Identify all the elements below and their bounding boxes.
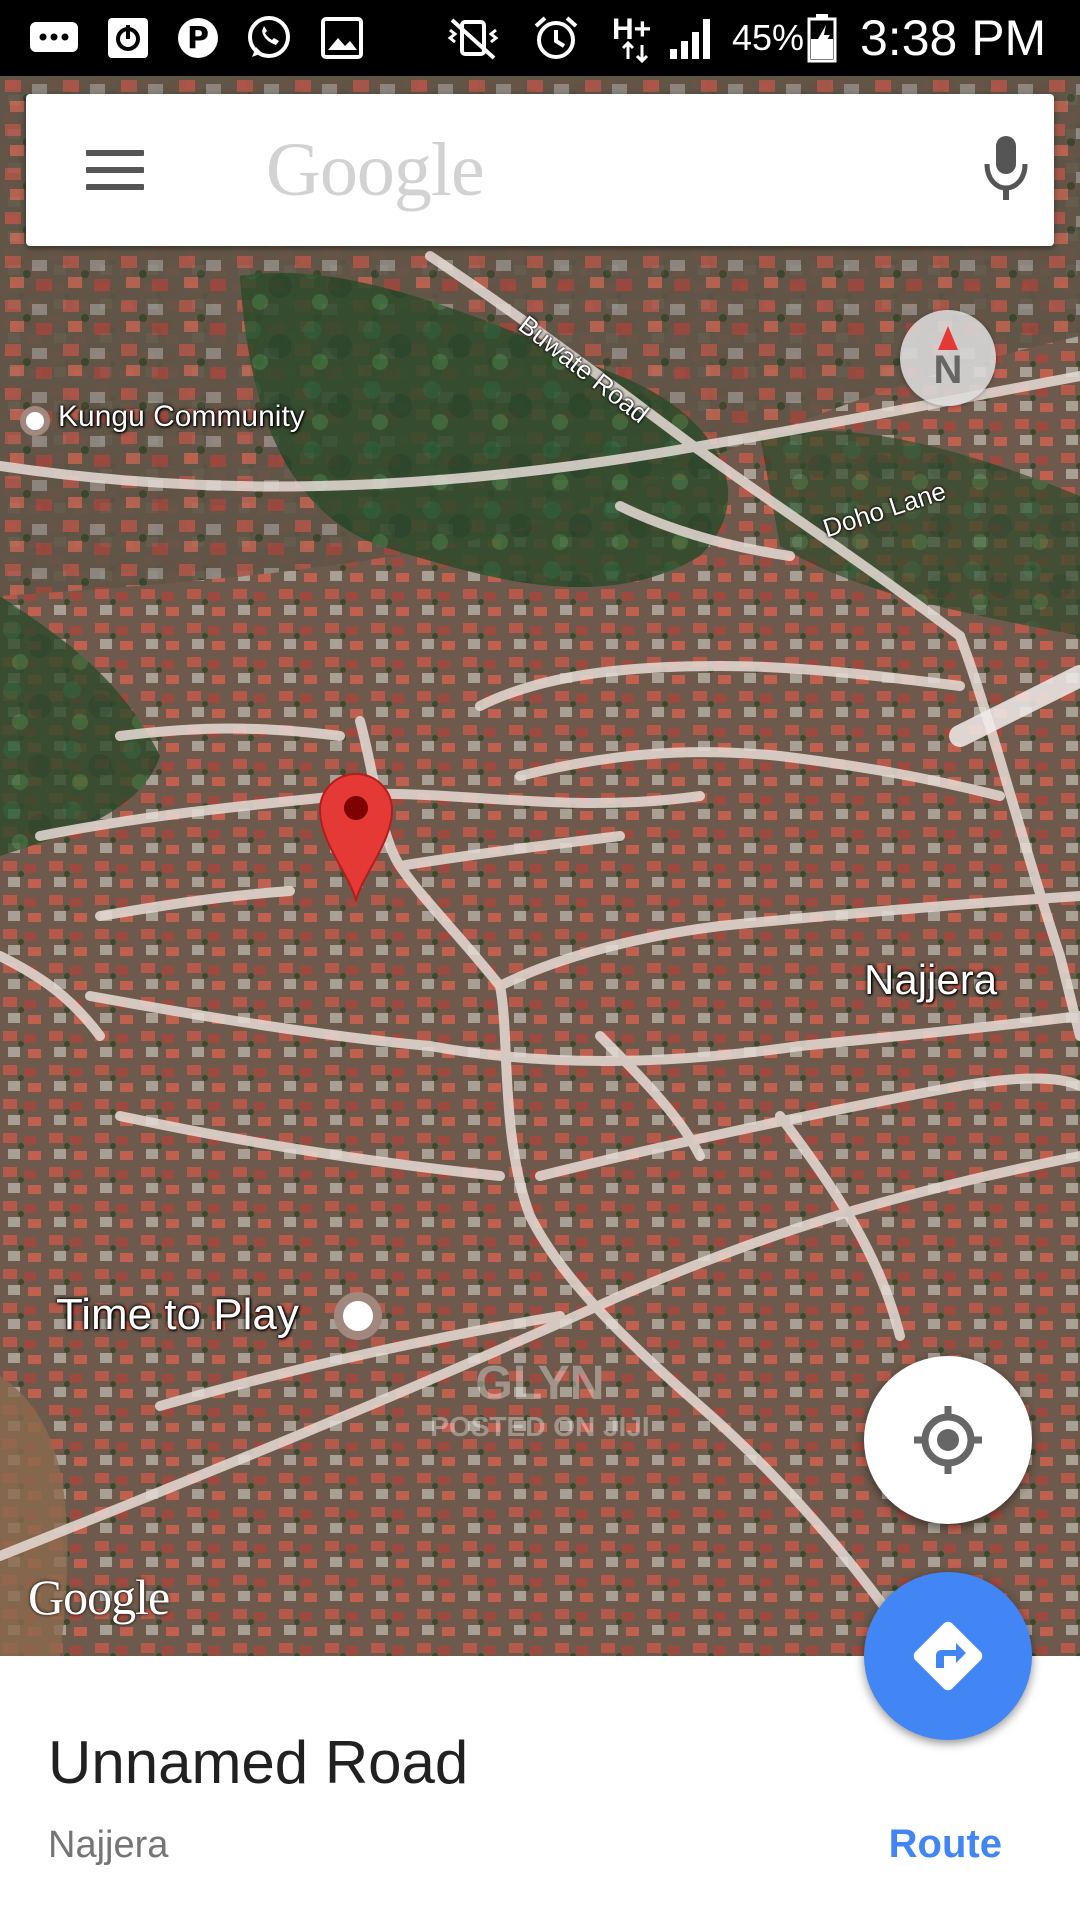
pinterest-icon: P bbox=[176, 14, 220, 62]
power-icon bbox=[104, 14, 152, 62]
place-subtitle: Najjera bbox=[48, 1824, 169, 1866]
battery-percent: 45% bbox=[732, 17, 805, 58]
search-bar[interactable]: Google bbox=[26, 94, 1054, 246]
watermark: GLYN POSTED ON JIJI bbox=[380, 1356, 700, 1443]
place-label-time-to-play[interactable]: Time to Play bbox=[56, 1290, 299, 1340]
data-arrows-icon bbox=[620, 40, 650, 64]
microphone-icon[interactable] bbox=[981, 134, 1031, 204]
poi-marker-kungu[interactable] bbox=[20, 406, 50, 436]
messages-icon bbox=[28, 14, 80, 62]
compass-label: N bbox=[933, 348, 963, 392]
place-title: Unnamed Road bbox=[48, 1729, 469, 1796]
alarm-icon bbox=[532, 14, 580, 62]
crosshair-icon bbox=[914, 1406, 982, 1474]
my-location-button[interactable] bbox=[864, 1356, 1032, 1524]
vibrate-off-icon bbox=[446, 14, 500, 62]
signal-icon bbox=[668, 14, 718, 62]
place-label-najjera[interactable]: Najjera bbox=[864, 956, 997, 1004]
poi-marker-time-to-play[interactable] bbox=[334, 1292, 382, 1340]
compass-button[interactable]: N bbox=[900, 310, 996, 406]
directions-icon bbox=[913, 1621, 983, 1691]
svg-text:P: P bbox=[187, 21, 209, 56]
google-attribution-logo: Google bbox=[28, 1569, 170, 1625]
compass-needle-icon bbox=[938, 326, 958, 350]
place-label-kungu[interactable]: Kungu Community bbox=[58, 400, 305, 434]
watermark-line2: POSTED ON JIJI bbox=[430, 1411, 650, 1442]
hamburger-menu-icon[interactable] bbox=[86, 150, 144, 190]
directions-button[interactable] bbox=[864, 1572, 1032, 1740]
whatsapp-icon bbox=[246, 14, 292, 62]
route-button[interactable]: Route bbox=[889, 1822, 1002, 1867]
clock: 3:38 PM bbox=[860, 10, 1047, 66]
location-pin-icon[interactable] bbox=[318, 772, 394, 904]
watermark-line1: GLYN bbox=[475, 1357, 605, 1410]
battery-icon bbox=[806, 14, 840, 63]
search-input[interactable]: Google bbox=[266, 130, 485, 210]
gallery-icon bbox=[320, 14, 364, 62]
status-bar: P H+ 45% 3:38 PM bbox=[0, 0, 1080, 76]
